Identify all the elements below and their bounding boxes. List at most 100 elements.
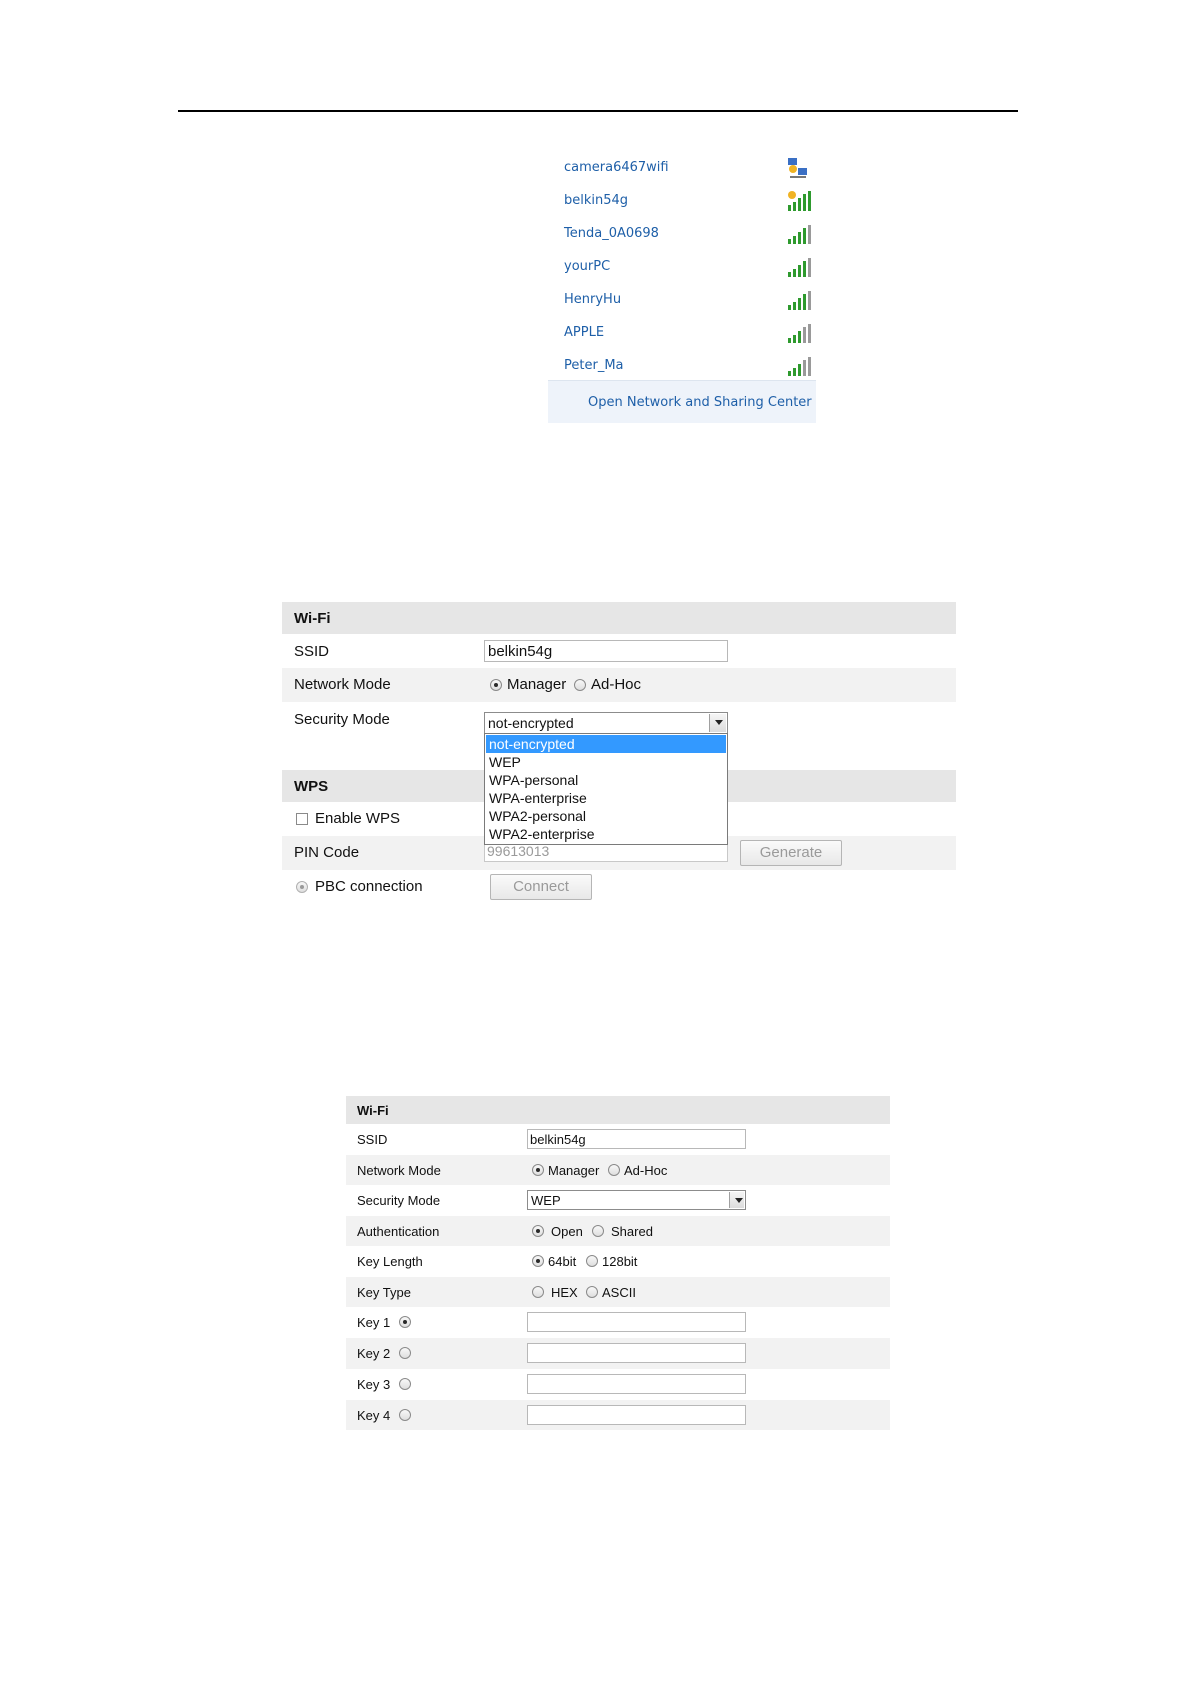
connect-button[interactable]: Connect — [490, 874, 592, 900]
security-mode-value: not-encrypted — [488, 715, 574, 731]
clipped-signal-icon — [776, 146, 804, 150]
key2-radio[interactable] — [399, 1347, 411, 1359]
generate-button[interactable]: Generate — [740, 840, 842, 866]
adhoc-radio[interactable] — [608, 1164, 620, 1176]
network-item[interactable]: camera6467wifi — [556, 156, 807, 182]
security-mode-label: Security Mode — [294, 711, 390, 728]
dropdown-option[interactable]: WPA-enterprise — [486, 789, 726, 807]
pbc-radio[interactable] — [296, 881, 308, 893]
hex-label: HEX — [551, 1285, 578, 1300]
adhoc-label: Ad-Hoc — [591, 676, 642, 693]
64bit-radio[interactable] — [532, 1255, 544, 1267]
security-mode-select[interactable]: not-encrypted — [484, 712, 728, 734]
network-item[interactable]: Peter_Ma — [556, 354, 811, 380]
network-mode-label: Network Mode — [357, 1163, 441, 1178]
chevron-down-icon[interactable] — [709, 714, 726, 732]
security-mode-select[interactable]: WEP — [527, 1190, 746, 1210]
network-footer: Open Network and Sharing Center — [548, 380, 816, 423]
ssid-label: SSID — [294, 643, 330, 660]
ssid-label: SSID — [357, 1132, 388, 1147]
ssid-row: SSID belkin54g — [282, 634, 956, 668]
open-label: Open — [551, 1224, 583, 1239]
key1-input[interactable] — [527, 1312, 746, 1332]
hex-radio[interactable] — [532, 1286, 544, 1298]
authentication-label: Authentication — [357, 1224, 440, 1239]
shared-radio[interactable] — [592, 1225, 604, 1237]
wireless-network-list: camera6467wifi belkin54g Tenda_0A0698 yo… — [548, 146, 816, 423]
chevron-down-icon[interactable] — [729, 1192, 744, 1208]
ssid-input[interactable]: belkin54g — [527, 1129, 746, 1149]
manager-label: Manager — [507, 676, 567, 693]
network-item[interactable]: belkin54g — [556, 189, 811, 215]
ssid-row: SSID belkin54g — [346, 1124, 890, 1155]
security-mode-value: WEP — [531, 1193, 561, 1208]
key3-radio[interactable] — [399, 1378, 411, 1390]
network-name: APPLE — [564, 325, 605, 340]
open-radio[interactable] — [532, 1225, 544, 1237]
key4-input[interactable] — [527, 1405, 746, 1425]
wifi-settings-panel-2: Wi-Fi SSID belkin54g Network Mode Manage… — [346, 1096, 890, 1436]
key3-row: Key 3 — [346, 1369, 890, 1400]
key2-row: Key 2 — [346, 1338, 890, 1369]
key3-label: Key 3 — [357, 1377, 391, 1392]
network-item[interactable]: HenryHu — [556, 288, 811, 314]
key4-row: Key 4 — [346, 1400, 890, 1430]
key2-label: Key 2 — [357, 1346, 391, 1361]
network-item[interactable]: Tenda_0A0698 — [556, 222, 811, 248]
security-mode-label: Security Mode — [357, 1193, 441, 1208]
dropdown-option[interactable]: WPA-personal — [486, 771, 726, 789]
network-name: belkin54g — [564, 193, 629, 208]
dropdown-option[interactable]: WEP — [486, 753, 726, 771]
key-length-label: Key Length — [357, 1254, 423, 1269]
section-title: WPS — [294, 778, 329, 795]
key1-radio[interactable] — [399, 1316, 411, 1328]
key4-radio[interactable] — [399, 1409, 411, 1421]
network-item[interactable]: yourPC — [556, 255, 811, 281]
secured-signal-icon — [788, 191, 811, 211]
adhoc-label: Ad-Hoc — [624, 1163, 668, 1178]
ascii-radio[interactable] — [586, 1286, 598, 1298]
adhoc-network-icon — [788, 158, 807, 178]
enable-wps-label: Enable WPS — [315, 810, 401, 827]
128bit-label: 128bit — [602, 1254, 638, 1269]
manager-label: Manager — [548, 1163, 600, 1178]
manager-radio[interactable] — [490, 679, 502, 691]
key3-input[interactable] — [527, 1374, 746, 1394]
pbc-row: PBC connection Connect — [282, 870, 956, 904]
shared-label: Shared — [611, 1224, 653, 1239]
manager-radio[interactable] — [532, 1164, 544, 1176]
signal-bars-icon — [788, 324, 811, 343]
security-mode-dropdown: not-encrypted WEP WPA-personal WPA-enter… — [484, 733, 728, 845]
network-item[interactable]: APPLE — [556, 321, 811, 347]
key-type-label: Key Type — [357, 1285, 411, 1300]
key4-label: Key 4 — [357, 1408, 391, 1423]
network-mode-row: Network Mode Manager Ad-Hoc — [282, 668, 956, 702]
128bit-radio[interactable] — [586, 1255, 598, 1267]
open-network-sharing-center-link[interactable]: Open Network and Sharing Center — [588, 395, 812, 410]
network-name: yourPC — [564, 259, 611, 274]
key1-row: Key 1 — [346, 1307, 890, 1338]
key2-input[interactable] — [527, 1343, 746, 1363]
security-mode-row: Security Mode WEP — [346, 1185, 890, 1216]
signal-bars-icon — [788, 258, 811, 277]
signal-bars-icon — [788, 357, 811, 376]
network-name: HenryHu — [564, 292, 622, 307]
wifi-section-header: Wi-Fi — [346, 1096, 890, 1124]
ssid-input[interactable]: belkin54g — [484, 640, 728, 662]
ascii-label: ASCII — [602, 1285, 636, 1300]
pbc-label: PBC connection — [315, 878, 423, 895]
dropdown-option[interactable]: not-encrypted — [486, 735, 726, 753]
signal-bars-icon — [788, 291, 811, 310]
authentication-row: Authentication Open Shared — [346, 1216, 890, 1246]
section-title: Wi-Fi — [357, 1103, 389, 1118]
dropdown-option[interactable]: WPA2-personal — [486, 807, 726, 825]
network-name: Peter_Ma — [564, 358, 624, 373]
adhoc-radio[interactable] — [574, 679, 586, 691]
wifi-settings-panel-1: Wi-Fi SSID belkin54g Network Mode Manage… — [282, 602, 956, 902]
signal-bars-icon — [788, 225, 811, 244]
top-rule — [178, 110, 1018, 112]
wifi-section-header: Wi-Fi — [282, 602, 956, 634]
network-mode-label: Network Mode — [294, 676, 391, 693]
dropdown-option[interactable]: WPA2-enterprise — [486, 825, 726, 843]
enable-wps-checkbox[interactable] — [296, 813, 308, 825]
